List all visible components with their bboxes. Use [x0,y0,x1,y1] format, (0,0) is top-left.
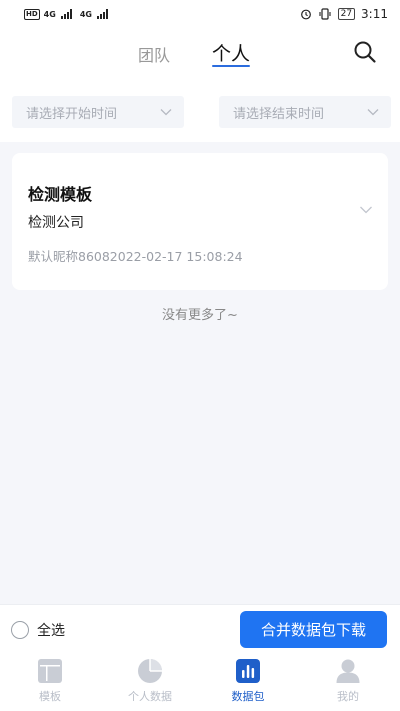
select-all-label: 全选 [37,623,65,639]
hd-badge: HD [24,8,40,20]
end-time-placeholder: 请选择结束时间 [233,106,325,122]
list-end-text: 没有更多了~ [162,308,238,323]
tab-template[interactable]: 模板 [0,658,100,704]
card-meta: 默认昵称86082022-02-17 15:08:24 [28,249,243,264]
end-time-picker[interactable]: 请选择结束时间 [219,96,391,128]
bottom-tab-bar: 模板 个人数据 数据包 我的 [0,654,400,711]
tab-team[interactable]: 团队 [138,42,170,66]
status-left: HD 4G 4G [24,8,108,20]
tab-personal-data-label: 个人数据 [128,690,172,703]
chevron-down-icon [367,109,379,116]
tab-data-package-label: 数据包 [231,690,265,703]
network-label-1: 4G [43,9,56,19]
pie-chart-icon [138,659,162,683]
filter-bar: 请选择开始时间 请选择结束时间 [0,80,400,142]
tab-mine[interactable]: 我的 [298,658,398,704]
clock-time: 3:11 [361,7,388,21]
profile-icon [336,659,360,683]
tab-data-package[interactable]: 数据包 [198,658,298,704]
tab-mine-label: 我的 [337,690,359,703]
bar-chart-icon [236,659,260,683]
network-label-2: 4G [79,9,92,19]
status-bar: HD 4G 4G 27 3:11 [0,0,400,28]
select-all[interactable]: 全选 [11,620,65,640]
alarm-icon [300,9,311,20]
action-bar: 全选 合并数据包下载 [0,604,400,654]
merge-download-button[interactable]: 合并数据包下载 [240,611,387,648]
header: 团队 个人 [0,28,400,80]
data-package-card[interactable]: 检测模板 检测公司 默认昵称86082022-02-17 15:08:24 [12,153,388,290]
status-right: 27 3:11 [300,7,388,21]
tab-personal[interactable]: 个人 [212,39,250,66]
tab-template-label: 模板 [39,690,61,703]
battery-icon: 27 [337,8,356,20]
template-icon [38,659,62,683]
active-tab-indicator [212,65,250,67]
signal-icon-2 [96,9,108,19]
chevron-down-icon [160,109,172,116]
start-time-placeholder: 请选择开始时间 [26,106,118,122]
start-time-picker[interactable]: 请选择开始时间 [12,96,184,128]
signal-icon [60,9,72,19]
card-company: 检测公司 [28,215,84,231]
tab-personal-data[interactable]: 个人数据 [100,658,200,704]
expand-chevron-icon[interactable] [359,205,373,215]
vibrate-icon [319,8,331,20]
select-all-radio[interactable] [11,621,29,639]
search-icon[interactable] [353,40,377,64]
card-title: 检测模板 [28,185,93,204]
